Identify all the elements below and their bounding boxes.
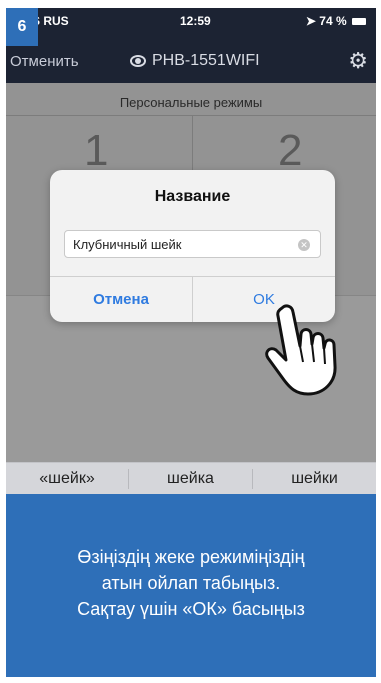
nav-bar: Отменить PHB-1551WIFI ⚙	[6, 48, 376, 78]
cancel-button[interactable]: Отмена	[50, 277, 192, 322]
section-title: Персональные режимы	[119, 95, 263, 110]
instruction-slide: S RUS 12:59 ➤ 74 % Отменить PHB-1551WIFI…	[0, 0, 381, 683]
location-icon: ➤	[305, 14, 320, 28]
instruction-line-1: Өзіңіздің жеке режиміңіздің	[77, 547, 305, 567]
name-input[interactable]: Клубничный шейк ✕	[64, 230, 321, 258]
pointing-hand-icon	[265, 304, 337, 396]
suggestion-2[interactable]: шейка	[129, 463, 252, 495]
mode-2[interactable]: 2	[278, 126, 302, 176]
instruction-line-2: атын ойлап табыңыз.	[101, 573, 281, 593]
battery-percent: 74 %	[319, 14, 347, 28]
dialog-title: Название	[154, 188, 231, 205]
status-bar: S RUS 12:59 ➤ 74 %	[6, 10, 376, 30]
device-name: PHB-1551WIFI	[152, 52, 260, 69]
phone-header: S RUS 12:59 ➤ 74 % Отменить PHB-1551WIFI…	[6, 8, 376, 83]
name-input-value: Клубничный шейк	[73, 237, 182, 252]
battery-icon	[352, 18, 366, 26]
mode-1[interactable]: 1	[84, 126, 108, 176]
step-badge: 6	[6, 8, 38, 46]
device-title: PHB-1551WIFI	[130, 52, 260, 70]
instruction-panel: Өзіңіздің жеке режиміңіздің атын ойлап т…	[6, 494, 376, 677]
instruction-text: Өзіңіздің жеке режиміңіздің атын ойлап т…	[6, 494, 376, 622]
clock: 12:59	[180, 14, 211, 28]
gear-icon[interactable]: ⚙	[348, 48, 368, 74]
eye-icon	[130, 54, 146, 67]
suggestion-1[interactable]: «шейк»	[6, 463, 128, 495]
instruction-line-3: Сақтау үшін «ОК» басыңыз	[77, 599, 305, 619]
clear-icon[interactable]: ✕	[298, 239, 310, 251]
keyboard-suggestions: «шейк» шейка шейки	[6, 462, 376, 495]
cancel-nav-button[interactable]: Отменить	[10, 53, 79, 70]
battery-indicator: ➤ 74 %	[306, 14, 366, 28]
suggestion-3[interactable]: шейки	[253, 463, 376, 495]
